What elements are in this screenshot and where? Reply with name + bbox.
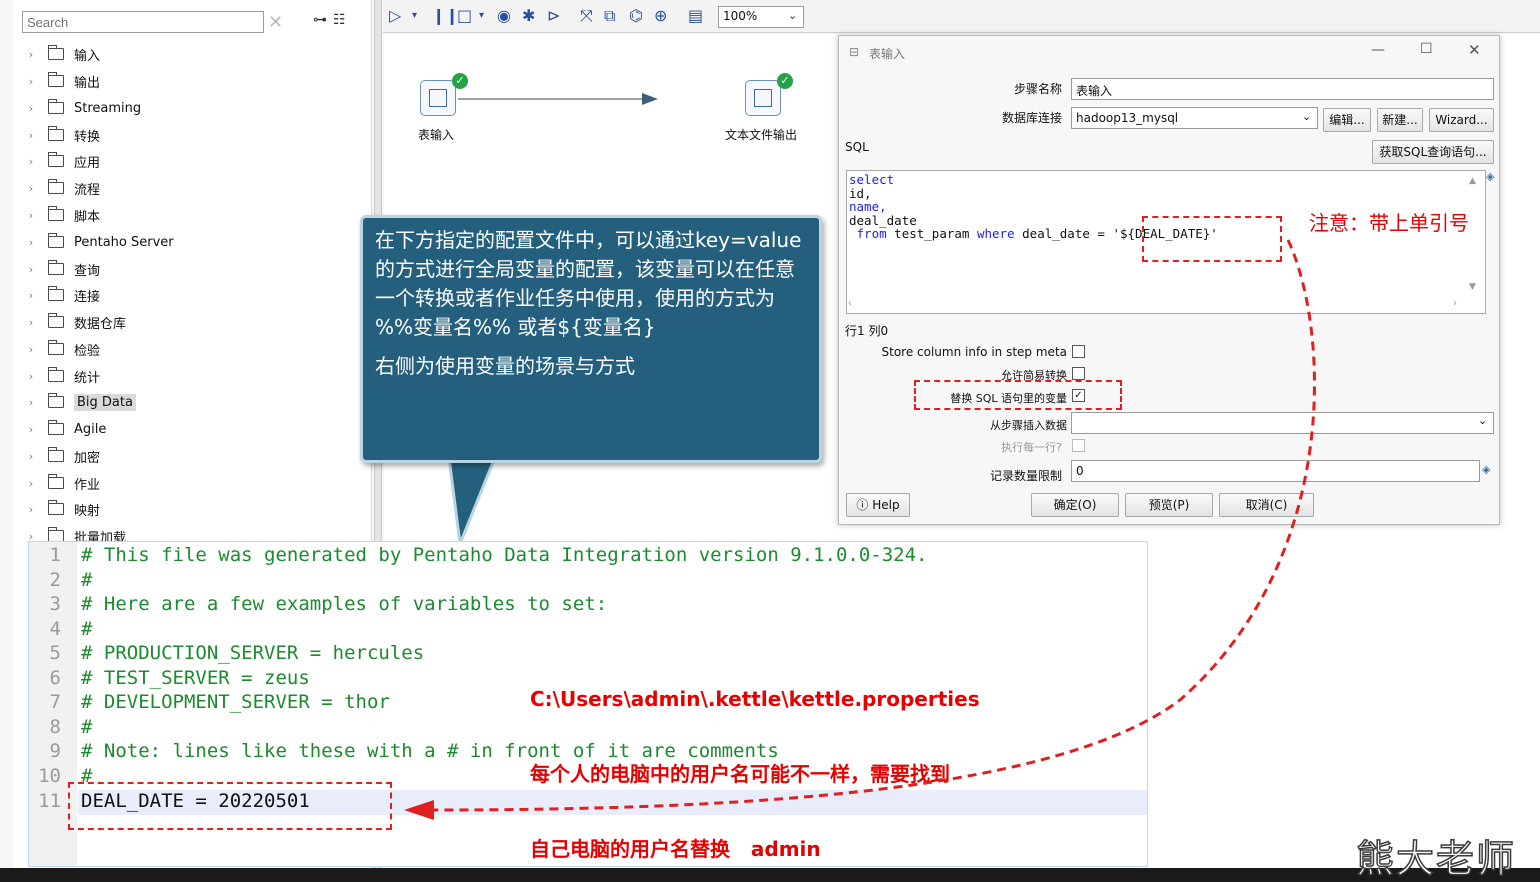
app-window: ✕ ⊶☷ ›输入 ›输出 ›Streaming ›转换 ›应用 ›流程 ›脚本 …	[0, 0, 1540, 882]
bottom-bar	[0, 868, 1540, 882]
annotation-arrow	[404, 239, 1316, 820]
watermark: 熊大老师	[1355, 836, 1517, 882]
